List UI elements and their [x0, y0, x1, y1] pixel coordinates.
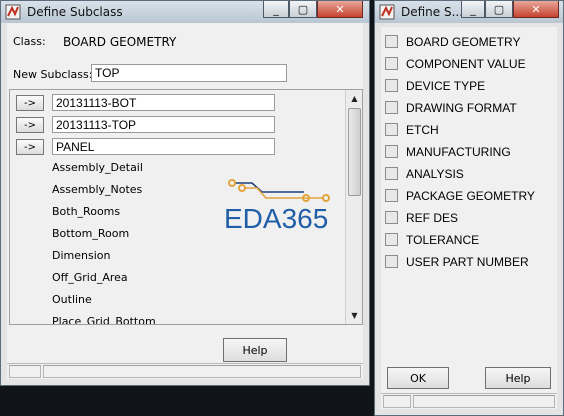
scroll-up-icon[interactable]: ▲	[347, 91, 362, 106]
status-bar	[7, 363, 363, 379]
define-subclass-window: Define Subclass _ ▢ ✕ Class: BOARD GEOME…	[0, 0, 370, 386]
class-row[interactable]: USER PART NUMBER	[385, 253, 547, 273]
subclass-item[interactable]: Dimension	[52, 249, 110, 262]
subclass-arrow-button[interactable]: ->	[16, 117, 44, 133]
new-subclass-label: New Subclass:	[13, 68, 93, 81]
class-label: REF DES	[406, 211, 459, 225]
class-row[interactable]: REF DES	[385, 209, 547, 229]
class-checkbox[interactable]	[385, 255, 398, 268]
class-label: COMPONENT VALUE	[406, 57, 526, 71]
class-checkbox[interactable]	[385, 101, 398, 114]
class-label: Class:	[13, 35, 46, 48]
help-button[interactable]: Help	[485, 367, 551, 389]
class-label: USER PART NUMBER	[406, 255, 529, 269]
class-label: BOARD GEOMETRY	[406, 35, 521, 49]
class-row[interactable]: COMPONENT VALUE	[385, 55, 547, 75]
new-subclass-input[interactable]: TOP	[91, 64, 287, 82]
define-class-titlebar[interactable]: Define S... _ ▢ ✕	[375, 1, 563, 23]
class-label: DEVICE TYPE	[406, 79, 486, 93]
subclass-name-input[interactable]: PANEL	[52, 138, 275, 155]
class-checkbox[interactable]	[385, 57, 398, 70]
app-icon	[5, 4, 21, 20]
minimize-button[interactable]: _	[461, 1, 485, 18]
class-checkbox[interactable]	[385, 189, 398, 202]
class-checkbox[interactable]	[385, 167, 398, 180]
subclass-item[interactable]: Both_Rooms	[52, 205, 120, 218]
class-row[interactable]: BOARD GEOMETRY	[385, 33, 547, 53]
subclass-list[interactable]: -> 20131113-BOT -> 20131113-TOP -> PANEL…	[9, 89, 363, 325]
class-label: ETCH	[406, 123, 439, 137]
maximize-button[interactable]: ▢	[485, 1, 513, 18]
subclass-name-input[interactable]: 20131113-BOT	[52, 94, 275, 111]
ok-button[interactable]: OK	[387, 367, 449, 389]
class-checkbox[interactable]	[385, 145, 398, 158]
maximize-button[interactable]: ▢	[289, 1, 317, 18]
subclass-item[interactable]: Place_Grid_Bottom	[52, 315, 156, 324]
close-button[interactable]: ✕	[513, 1, 559, 18]
scroll-down-icon[interactable]: ▼	[347, 308, 362, 323]
subclass-item[interactable]: Off_Grid_Area	[52, 271, 128, 284]
subclass-item[interactable]: Outline	[52, 293, 92, 306]
class-checkbox[interactable]	[385, 79, 398, 92]
status-segment	[383, 395, 411, 408]
class-label: MANUFACTURING	[406, 145, 511, 159]
status-segment	[43, 365, 361, 378]
class-row[interactable]: MANUFACTURING	[385, 143, 547, 163]
window-title: Define Subclass	[27, 5, 123, 19]
status-segment	[9, 365, 41, 378]
subclass-item[interactable]: Bottom_Room	[52, 227, 129, 240]
class-checkbox[interactable]	[385, 211, 398, 224]
subclass-name-input[interactable]: 20131113-TOP	[52, 116, 275, 133]
class-row[interactable]: ANALYSIS	[385, 165, 547, 185]
define-class-window: Define S... _ ▢ ✕ BOARD GEOMETRY COMPONE…	[374, 0, 564, 416]
class-label: DRAWING FORMAT	[406, 101, 517, 115]
class-checkbox[interactable]	[385, 123, 398, 136]
class-row[interactable]: ETCH	[385, 121, 547, 141]
class-checkbox[interactable]	[385, 233, 398, 246]
subclass-item[interactable]: Assembly_Notes	[52, 183, 142, 196]
class-row[interactable]: DRAWING FORMAT	[385, 99, 547, 119]
define-subclass-client: Class: BOARD GEOMETRY New Subclass: TOP …	[7, 23, 363, 379]
window-title: Define S...	[401, 5, 464, 19]
define-class-client: BOARD GEOMETRY COMPONENT VALUE DEVICE TY…	[381, 27, 557, 409]
close-button[interactable]: ✕	[317, 1, 363, 18]
eda365-logo-text: EDA365	[224, 203, 328, 234]
app-icon	[379, 4, 395, 20]
eda365-logo: EDA365	[224, 179, 330, 234]
class-label: TOLERANCE	[406, 233, 480, 247]
class-row[interactable]: PACKAGE GEOMETRY	[385, 187, 547, 207]
class-label: PACKAGE GEOMETRY	[406, 189, 535, 203]
subclass-list-scrollbar[interactable]: ▲ ▼	[345, 90, 362, 324]
class-row[interactable]: TOLERANCE	[385, 231, 547, 251]
class-checkbox[interactable]	[385, 35, 398, 48]
subclass-arrow-button[interactable]: ->	[16, 139, 44, 155]
status-segment	[413, 395, 555, 408]
minimize-button[interactable]: _	[263, 1, 289, 18]
class-value: BOARD GEOMETRY	[63, 35, 177, 49]
define-subclass-titlebar[interactable]: Define Subclass _ ▢ ✕	[1, 1, 369, 23]
class-label: ANALYSIS	[406, 167, 464, 181]
scroll-thumb[interactable]	[348, 108, 361, 196]
subclass-arrow-button[interactable]: ->	[16, 95, 44, 111]
status-bar	[381, 393, 557, 409]
class-row[interactable]: DEVICE TYPE	[385, 77, 547, 97]
subclass-item[interactable]: Assembly_Detail	[52, 161, 143, 174]
help-button[interactable]: Help	[223, 338, 287, 362]
